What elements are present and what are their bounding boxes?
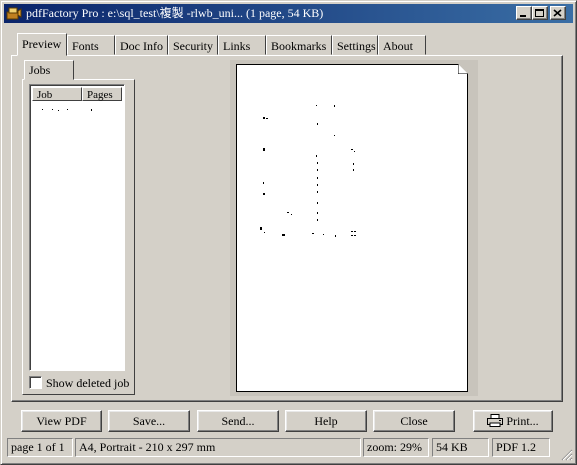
title-bar[interactable]: pdfFactory Pro : e:\sql_test\複製 -rlwb_un…: [4, 4, 573, 23]
status-page: page 1 of 1: [7, 438, 73, 457]
jobs-list[interactable]: Job Pages: [29, 84, 125, 371]
window-title: pdfFactory Pro : e:\sql_test\複製 -rlwb_un…: [26, 6, 324, 20]
minimize-icon: [520, 15, 526, 17]
close-window-button[interactable]: [550, 6, 566, 20]
pdffactory-app-icon[interactable]: [6, 6, 22, 21]
column-header-job[interactable]: Job: [32, 87, 82, 101]
tab-fonts[interactable]: Fonts: [67, 35, 115, 55]
save-label: Save...: [132, 414, 166, 428]
help-button[interactable]: Help: [285, 410, 367, 432]
resize-grip-icon[interactable]: [561, 449, 573, 461]
job-row-text-marks: [42, 109, 92, 111]
close-icon: [553, 9, 562, 17]
tab-security[interactable]: Security: [168, 35, 218, 55]
status-file-size: 54 KB: [432, 438, 489, 457]
status-pdf-version: PDF 1.2: [492, 438, 550, 457]
tab-doc-info[interactable]: Doc Info: [115, 35, 168, 55]
print-label: Print...: [506, 414, 539, 428]
status-zoom: zoom: 29%: [363, 438, 429, 457]
job-row[interactable]: [34, 102, 120, 111]
column-header-pages[interactable]: Pages: [82, 87, 122, 101]
minimize-button[interactable]: [516, 6, 532, 20]
jobs-tab[interactable]: Jobs: [24, 60, 74, 80]
tab-bookmarks[interactable]: Bookmarks: [266, 35, 332, 55]
status-paper-size: A4, Portrait - 210 x 297 mm: [75, 438, 361, 457]
pdffactory-window: pdfFactory Pro : e:\sql_test\複製 -rlwb_un…: [0, 0, 577, 465]
page-preview[interactable]: [236, 64, 468, 392]
view-pdf-button[interactable]: View PDF: [21, 410, 102, 432]
show-deleted-job-label: Show deleted job: [46, 376, 130, 390]
tab-preview[interactable]: Preview: [17, 33, 67, 56]
send-label: Send...: [221, 414, 255, 428]
close-button[interactable]: Close: [373, 410, 455, 432]
tab-links[interactable]: Links: [218, 35, 266, 55]
help-label: Help: [314, 414, 338, 428]
checkbox-box[interactable]: [29, 376, 42, 389]
send-button[interactable]: Send...: [197, 410, 279, 432]
maximize-button[interactable]: [532, 6, 548, 20]
maximize-icon: [535, 9, 544, 17]
page-content-thumbnail: [260, 105, 356, 237]
printer-icon: [487, 414, 504, 427]
save-button[interactable]: Save...: [108, 410, 190, 432]
tab-settings[interactable]: Settings: [332, 35, 378, 55]
view-pdf-label: View PDF: [36, 414, 87, 428]
close-label: Close: [400, 414, 428, 428]
print-button[interactable]: Print...: [473, 410, 553, 432]
tab-about[interactable]: About: [378, 35, 426, 55]
